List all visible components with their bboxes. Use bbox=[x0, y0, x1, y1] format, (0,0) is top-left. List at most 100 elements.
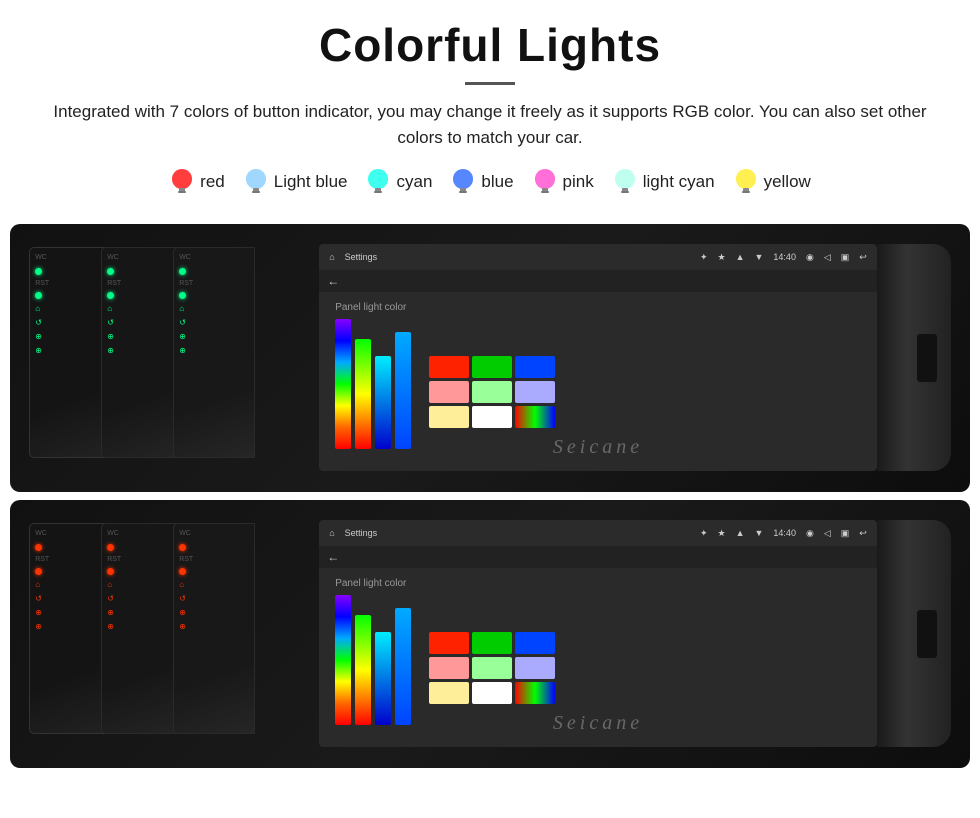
bar-rainbow-b bbox=[335, 595, 351, 725]
swatch-2 bbox=[472, 356, 512, 378]
swatch-rainbow bbox=[515, 406, 555, 428]
page-wrapper: Colorful Lights Integrated with 7 colors… bbox=[0, 0, 980, 778]
chip-yellow: yellow bbox=[733, 166, 811, 198]
bar-blue bbox=[395, 332, 411, 449]
bar-warm bbox=[355, 339, 371, 450]
home-icon-b: ⌂ bbox=[329, 528, 334, 538]
bulb-lightcyan-icon bbox=[612, 166, 638, 198]
swatch-5 bbox=[472, 381, 512, 403]
panel-label-bottom: Panel light color bbox=[335, 578, 411, 589]
watermark-top: Seicane bbox=[553, 436, 643, 459]
bulb-lightblue-icon bbox=[243, 166, 269, 198]
topbar-top: ⌂ Settings ✦ ★ ▲ ▼ 14:40 ◉ ◁ ▣ ↩ bbox=[319, 244, 877, 270]
chip-lightcyan: light cyan bbox=[612, 166, 715, 198]
swatch-8 bbox=[472, 406, 512, 428]
wifi-icon-b: ▲ bbox=[736, 528, 745, 538]
cam-icon: ◉ bbox=[806, 252, 814, 263]
swatch-4 bbox=[429, 381, 469, 403]
rec-icon: ▣ bbox=[841, 252, 850, 263]
unit-inner-bottom: WC RST ⌂ ↺ ⊕ ⊕ WC RST ⌂ bbox=[29, 513, 951, 754]
right-groove-top bbox=[917, 334, 937, 382]
arrow-icon: ✦ bbox=[700, 252, 708, 263]
swatches-top bbox=[429, 322, 555, 461]
swatch-b-2 bbox=[472, 632, 512, 654]
screen-top: ⌂ Settings ✦ ★ ▲ ▼ 14:40 ◉ ◁ ▣ ↩ ← bbox=[319, 244, 877, 471]
right-groove-bottom bbox=[917, 610, 937, 658]
back-row-bottom[interactable]: ← bbox=[319, 546, 877, 568]
wifi-icon: ▲ bbox=[736, 252, 745, 262]
bar-rainbow bbox=[335, 319, 351, 449]
left-content-bottom: Panel light color bbox=[335, 578, 411, 737]
swatch-7 bbox=[429, 406, 469, 428]
panel-1-top: WC RST ⌂ ↺ ⊕ ⊕ bbox=[29, 247, 111, 458]
topbar-bottom: ⌂ Settings ✦ ★ ▲ ▼ 14:40 ◉ ◁ ▣ ↩ bbox=[319, 520, 877, 546]
swatch-1 bbox=[429, 356, 469, 378]
chip-red: red bbox=[169, 166, 225, 198]
watermark-bottom: Seicane bbox=[553, 712, 643, 735]
bar-cool-b bbox=[375, 632, 391, 726]
vol-icon-b: ◁ bbox=[824, 528, 831, 539]
back-row-top[interactable]: ← bbox=[319, 270, 877, 292]
color-chips-row: red Light blue bbox=[30, 166, 950, 198]
color-bars-top bbox=[335, 319, 411, 449]
signal-icon-b: ▼ bbox=[755, 528, 764, 538]
swatch-b-8 bbox=[472, 682, 512, 704]
bulb-blue-icon bbox=[450, 166, 476, 198]
dot-2 bbox=[35, 292, 42, 299]
signal-icon: ▼ bbox=[755, 252, 764, 262]
panels-left-top: WC RST ⌂ ↺ ⊕ ⊕ WC RST bbox=[29, 243, 319, 472]
arrow-icon-b: ✦ bbox=[700, 528, 708, 539]
swatch-b-1 bbox=[429, 632, 469, 654]
panel-2-bottom: WC RST ⌂ ↺ ⊕ ⊕ bbox=[101, 523, 183, 734]
chip-blue: blue bbox=[450, 166, 513, 198]
unit-inner-top: WC RST ⌂ ↺ ⊕ ⊕ WC RST bbox=[29, 237, 951, 478]
time-display: 14:40 bbox=[773, 252, 796, 262]
topbar-title: Settings bbox=[345, 252, 690, 262]
chip-cyan: cyan bbox=[365, 166, 432, 198]
bar-blue-b bbox=[395, 608, 411, 725]
chip-label-lightblue: Light blue bbox=[274, 172, 348, 192]
back-icon: ↩ bbox=[859, 252, 867, 263]
swatch-3 bbox=[515, 356, 555, 378]
panel-label-top: Panel light color bbox=[335, 302, 411, 313]
cam-icon-b: ◉ bbox=[806, 528, 814, 539]
panel-1-bottom: WC RST ⌂ ↺ ⊕ ⊕ bbox=[29, 523, 111, 734]
panel-3-bottom: WC RST ⌂ ↺ ⊕ ⊕ bbox=[173, 523, 255, 734]
description-text: Integrated with 7 colors of button indic… bbox=[50, 99, 930, 152]
chip-pink: pink bbox=[532, 166, 594, 198]
swatch-b-rainbow bbox=[515, 682, 555, 704]
swatch-b-3 bbox=[515, 632, 555, 654]
right-end-top bbox=[877, 244, 951, 471]
units-section: WC RST ⌂ ↺ ⊕ ⊕ WC RST bbox=[0, 224, 980, 778]
swatch-b-7 bbox=[429, 682, 469, 704]
vol-icon: ◁ bbox=[824, 252, 831, 263]
swatches-bottom bbox=[429, 598, 555, 737]
swatch-b-4 bbox=[429, 657, 469, 679]
swatch-6 bbox=[515, 381, 555, 403]
topbar-title-b: Settings bbox=[345, 528, 690, 538]
right-end-bottom bbox=[877, 520, 951, 747]
color-bars-bottom bbox=[335, 595, 411, 725]
chip-label-yellow: yellow bbox=[764, 172, 811, 192]
car-unit-top: WC RST ⌂ ↺ ⊕ ⊕ WC RST bbox=[10, 224, 970, 492]
bt-icon: ★ bbox=[718, 252, 726, 263]
swatch-b-5 bbox=[472, 657, 512, 679]
bulb-cyan-icon bbox=[365, 166, 391, 198]
left-content-top: Panel light color bbox=[335, 302, 411, 461]
bt-icon-b: ★ bbox=[718, 528, 726, 539]
bulb-pink-icon bbox=[532, 166, 558, 198]
bar-warm-b bbox=[355, 615, 371, 726]
bulb-yellow-icon bbox=[733, 166, 759, 198]
screen-bottom: ⌂ Settings ✦ ★ ▲ ▼ 14:40 ◉ ◁ ▣ ↩ ← bbox=[319, 520, 877, 747]
chip-label-blue: blue bbox=[481, 172, 513, 192]
chip-lightblue: Light blue bbox=[243, 166, 348, 198]
bar-cool bbox=[375, 356, 391, 450]
bulb-red-icon bbox=[169, 166, 195, 198]
home-icon: ⌂ bbox=[329, 252, 334, 262]
chip-label-red: red bbox=[200, 172, 225, 192]
chip-label-pink: pink bbox=[563, 172, 594, 192]
page-title: Colorful Lights bbox=[30, 18, 950, 72]
time-display-b: 14:40 bbox=[773, 528, 796, 538]
chip-label-lightcyan: light cyan bbox=[643, 172, 715, 192]
dot-1 bbox=[35, 268, 42, 275]
